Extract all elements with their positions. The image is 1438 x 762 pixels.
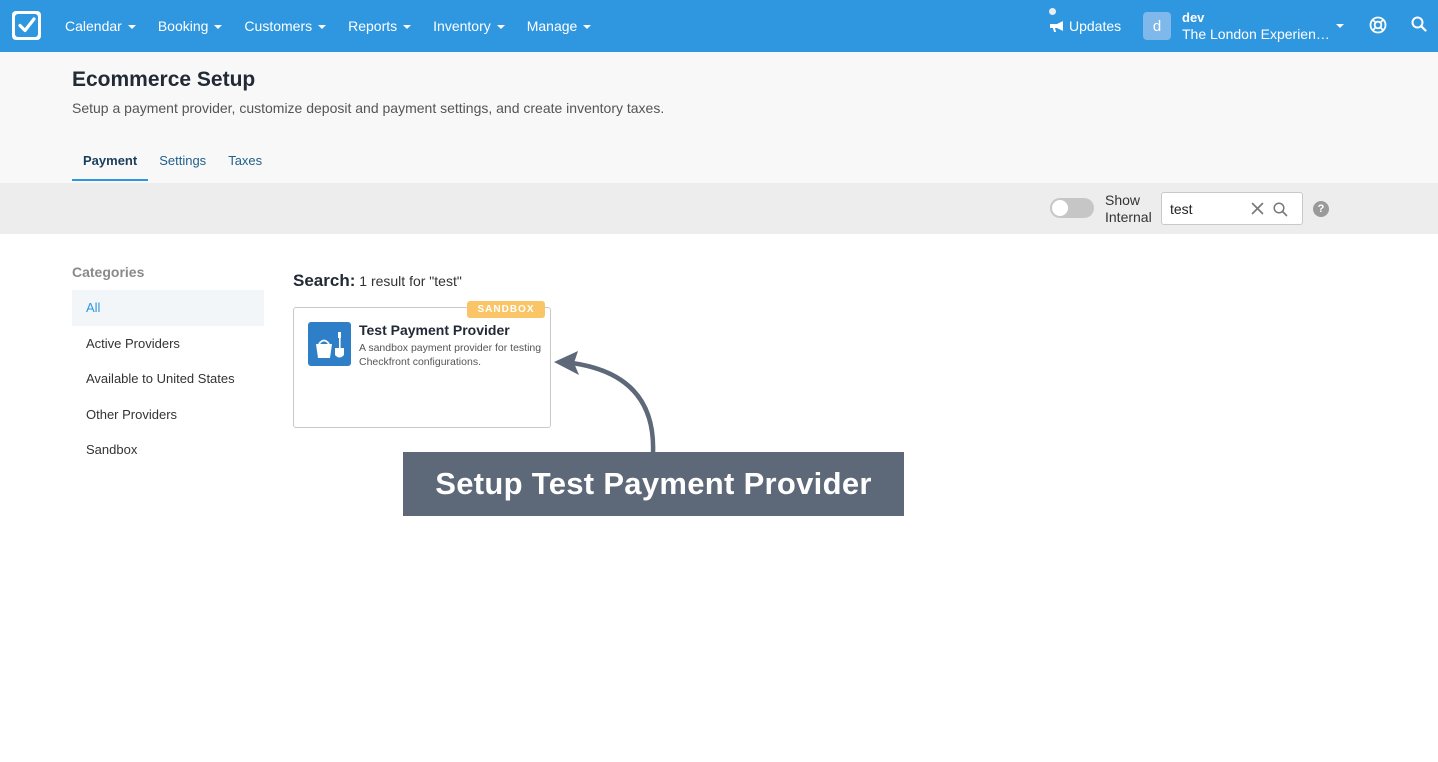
checkfront-logo-icon[interactable] [12, 11, 41, 40]
question-help-icon[interactable]: ? [1313, 201, 1329, 217]
updates-label: Updates [1069, 18, 1122, 34]
notification-dot-icon [1049, 8, 1056, 15]
chevron-down-icon [214, 25, 223, 29]
nav-manage[interactable]: Manage [516, 0, 603, 52]
chevron-down-icon [1336, 24, 1344, 28]
page-title: Ecommerce Setup [72, 68, 256, 91]
updates-button[interactable]: Updates [1049, 0, 1121, 52]
provider-description: A sandbox payment provider for testing C… [359, 342, 542, 368]
megaphone-icon [1050, 21, 1063, 32]
account-text: dev The London Experienc... [1182, 10, 1332, 42]
chevron-down-icon [496, 25, 505, 29]
account-user: dev [1182, 10, 1205, 25]
annotation-callout: Setup Test Payment Provider [403, 452, 904, 516]
account-menu[interactable]: d dev The London Experienc... [1143, 10, 1344, 42]
tab-taxes[interactable]: Taxes [217, 148, 273, 181]
annotation-arrow-icon [554, 351, 656, 455]
account-company: The London Experienc... [1182, 26, 1332, 42]
show-internal-toggle[interactable] [1050, 198, 1094, 218]
tab-settings[interactable]: Settings [148, 148, 217, 181]
top-navbar: Calendar Booking Customers Reports Inven… [0, 0, 1438, 52]
search-input[interactable] [1170, 199, 1250, 219]
search-results-heading: Search: 1 result for "test" [293, 271, 462, 291]
category-other-providers[interactable]: Other Providers [72, 397, 264, 433]
nav-reports-label: Reports [348, 18, 398, 34]
tab-bar: Payment Settings Taxes [72, 148, 273, 181]
lifebuoy-help-icon[interactable] [1369, 16, 1387, 39]
nav-customers-label: Customers [244, 18, 313, 34]
chevron-down-icon [127, 25, 136, 29]
nav-reports[interactable]: Reports [337, 0, 422, 52]
category-active-providers[interactable]: Active Providers [72, 326, 264, 362]
category-available-us[interactable]: Available to United States [72, 361, 264, 397]
filter-bar: Show Internal [0, 183, 1438, 234]
nav-inventory[interactable]: Inventory [422, 0, 516, 52]
search-result-count: 1 result for "test" [359, 273, 462, 289]
sandbox-badge: SANDBOX [467, 301, 545, 318]
search-icon[interactable] [1273, 202, 1288, 222]
nav-customers[interactable]: Customers [233, 0, 337, 52]
search-heading-label: Search: [293, 271, 356, 290]
nav-inventory-label: Inventory [433, 18, 491, 34]
nav-booking[interactable]: Booking [147, 0, 234, 52]
chevron-down-icon [403, 25, 412, 29]
tab-payment[interactable]: Payment [72, 148, 149, 181]
main-nav: Calendar Booking Customers Reports Inven… [54, 0, 602, 52]
page-header: Ecommerce Setup Setup a payment provider… [0, 52, 1438, 183]
show-internal-label: Show Internal [1105, 192, 1152, 225]
category-sandbox[interactable]: Sandbox [72, 432, 264, 468]
nav-calendar[interactable]: Calendar [54, 0, 147, 52]
toggle-knob [1052, 200, 1068, 216]
provider-name: Test Payment Provider [359, 322, 510, 338]
provider-card[interactable]: SANDBOX Test Payment Provider A sandbox … [293, 301, 551, 428]
close-icon[interactable] [1251, 202, 1264, 220]
categories-title: Categories [72, 264, 145, 280]
category-list: All Active Providers Available to United… [72, 290, 264, 468]
avatar: d [1143, 12, 1171, 40]
search-field [1161, 192, 1303, 225]
category-all[interactable]: All [72, 290, 264, 326]
bucket-and-spade-icon [308, 322, 351, 366]
nav-booking-label: Booking [157, 18, 209, 34]
chevron-down-icon [318, 25, 327, 29]
nav-calendar-label: Calendar [65, 18, 122, 34]
page-subtitle: Setup a payment provider, customize depo… [72, 100, 665, 116]
chevron-down-icon [583, 25, 592, 29]
nav-manage-label: Manage [526, 18, 578, 34]
search-icon[interactable] [1411, 16, 1427, 37]
